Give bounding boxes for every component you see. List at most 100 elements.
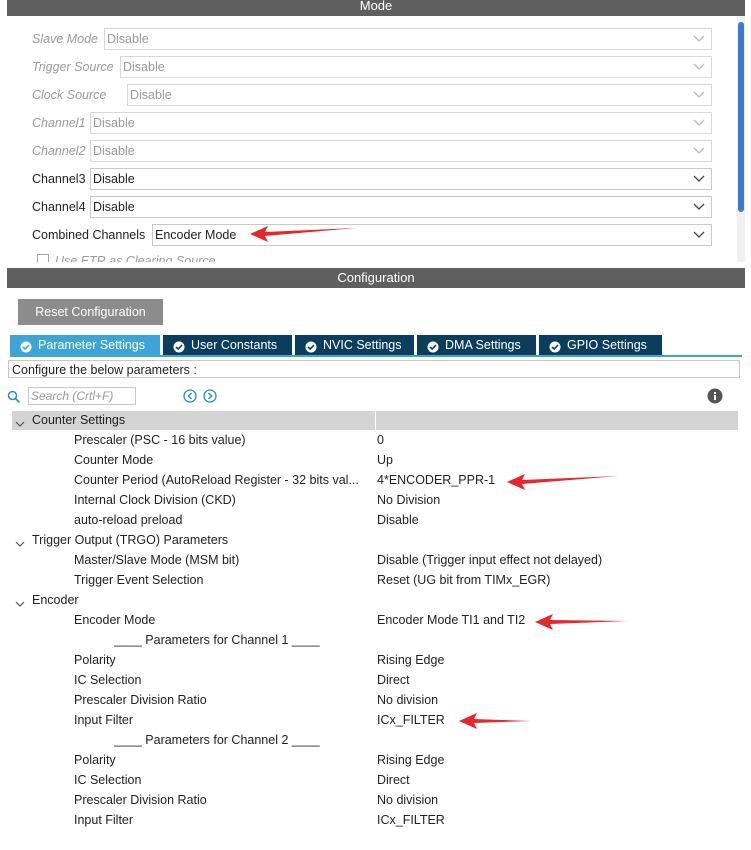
param-row[interactable]: auto-reload preload Disable [12, 510, 738, 530]
clock-source-select[interactable]: Disable [127, 84, 712, 106]
channel3-select[interactable]: Disable [90, 168, 712, 190]
channel1-value: Disable [93, 116, 135, 130]
param-row[interactable]: Encoder Mode Encoder Mode TI1 and TI2 [12, 610, 738, 630]
search-input[interactable] [31, 389, 131, 403]
clock-source-value: Disable [130, 88, 172, 102]
config-hint-text: Configure the below parameters : [8, 360, 740, 378]
clock-source-label: Clock Source [32, 88, 107, 102]
check-circle-icon [20, 339, 32, 353]
param-row[interactable]: Prescaler (PSC - 16 bits value) 0 [12, 430, 738, 450]
param-value[interactable]: Disable (Trigger input effect not delaye… [377, 550, 602, 570]
search-next-icon[interactable] [203, 389, 217, 403]
tab-user-constants[interactable]: User Constants [163, 335, 292, 355]
param-value[interactable]: 0 [377, 430, 384, 450]
info-icon[interactable] [707, 388, 723, 404]
group-label: Trigger Output (TRGO) Parameters [32, 533, 229, 547]
scrollbar-thumb[interactable] [738, 22, 744, 212]
slave-mode-value: Disable [107, 32, 149, 46]
channel4-value: Disable [93, 200, 135, 214]
channel4-select[interactable]: Disable [90, 196, 712, 218]
chevron-down-icon[interactable] [15, 535, 25, 547]
tab-nvic-settings[interactable]: NVIC Settings [295, 335, 414, 355]
reset-configuration-button[interactable]: Reset Configuration [18, 299, 163, 325]
param-row[interactable]: Counter Period (AutoReload Register - 32… [12, 470, 738, 490]
trigger-source-label: Trigger Source [32, 60, 114, 74]
param-value[interactable]: Encoder Mode TI1 and TI2 [377, 610, 525, 630]
group-encoder[interactable]: Encoder [12, 590, 738, 610]
chevron-down-icon [693, 116, 705, 128]
param-value[interactable]: 4*ENCODER_PPR-1 [377, 470, 495, 490]
search-previous-icon[interactable] [183, 389, 197, 403]
param-row[interactable]: IC Selection Direct [12, 670, 738, 690]
param-row[interactable]: Polarity Rising Edge [12, 650, 738, 670]
param-value[interactable]: Reset (UG bit from TIMx_EGR) [377, 570, 550, 590]
chevron-down-icon[interactable] [15, 595, 25, 607]
param-name: Prescaler Division Ratio [74, 693, 207, 707]
configuration-header: Configuration [7, 268, 745, 288]
tab-dma-settings[interactable]: DMA Settings [417, 335, 536, 355]
mode-scrollbar[interactable] [737, 16, 745, 262]
param-name: Counter Period (AutoReload Register - 32… [74, 473, 359, 487]
search-box[interactable] [7, 387, 136, 405]
param-row[interactable]: Input Filter ICx_FILTER [12, 710, 738, 730]
param-value[interactable]: Disable [377, 510, 419, 530]
channel2-value: Disable [93, 144, 135, 158]
chevron-down-icon[interactable] [15, 415, 25, 427]
combined-channels-label: Combined Channels [32, 228, 146, 242]
annotation-arrow-icon [250, 226, 356, 242]
param-value[interactable]: Rising Edge [377, 650, 444, 670]
param-name: Prescaler Division Ratio [74, 793, 207, 807]
slave-mode-label: Slave Mode [32, 32, 99, 46]
param-value[interactable]: ICx_FILTER [377, 810, 445, 830]
param-value[interactable]: Rising Edge [377, 750, 444, 770]
search-icon[interactable] [7, 390, 21, 404]
param-row[interactable]: Prescaler Division Ratio No division [12, 790, 738, 810]
chevron-down-icon [693, 88, 705, 100]
chevron-down-icon [693, 144, 705, 156]
channel4-row: Channel4 Disable [32, 196, 712, 218]
param-value[interactable]: No division [377, 690, 438, 710]
check-circle-icon [173, 339, 185, 353]
channel1-select[interactable]: Disable [90, 112, 712, 134]
param-name: Trigger Event Selection [74, 573, 204, 587]
tab-parameter-settings[interactable]: Parameter Settings [10, 335, 160, 355]
param-value[interactable]: No Division [377, 490, 440, 510]
param-row[interactable]: Prescaler Division Ratio No division [12, 690, 738, 710]
param-row[interactable]: Trigger Event Selection Reset (UG bit fro… [12, 570, 738, 590]
param-value[interactable]: ICx_FILTER [377, 710, 445, 730]
channel2-row: Channel2 Disable [32, 140, 712, 162]
param-row[interactable]: Internal Clock Division (CKD) No Division [12, 490, 738, 510]
param-name: Prescaler (PSC - 16 bits value) [74, 433, 246, 447]
param-row[interactable]: Polarity Rising Edge [12, 750, 738, 770]
etr-clearing-label: Use ETR as Clearing Source [55, 254, 216, 262]
tab-label: GPIO Settings [567, 338, 647, 352]
etr-clearing-checkbox[interactable]: Use ETR as Clearing Source [37, 254, 215, 262]
channel2-select[interactable]: Disable [90, 140, 712, 162]
chevron-down-icon [693, 172, 705, 184]
channel2-label: Channel2 [32, 144, 86, 158]
combined-channels-select[interactable]: Encoder Mode [152, 224, 712, 246]
tab-gpio-settings[interactable]: GPIO Settings [539, 335, 662, 355]
tab-label: User Constants [191, 338, 278, 352]
param-value[interactable]: Up [377, 450, 393, 470]
param-row[interactable]: IC Selection Direct [12, 770, 738, 790]
trigger-source-select[interactable]: Disable [120, 56, 712, 78]
param-value[interactable]: No division [377, 790, 438, 810]
param-row[interactable]: Input Filter ICx_FILTER [12, 810, 738, 830]
check-circle-icon [427, 339, 439, 353]
channel3-label: Channel3 [32, 172, 86, 186]
tab-label: DMA Settings [445, 338, 521, 352]
annotation-arrow-icon [535, 614, 627, 630]
param-row[interactable]: Counter Mode Up [12, 450, 738, 470]
channel4-label: Channel4 [32, 200, 86, 214]
param-value[interactable]: Direct [377, 770, 410, 790]
param-name: Input Filter [74, 713, 134, 727]
group-label: Counter Settings [32, 413, 126, 427]
slave-mode-select[interactable]: Disable [104, 28, 712, 50]
param-value[interactable]: Direct [377, 670, 410, 690]
group-counter-settings[interactable]: Counter Settings [12, 410, 738, 430]
group-trigger-output[interactable]: Trigger Output (TRGO) Parameters [12, 530, 738, 550]
channel1-subheader-label: ____ Parameters for Channel 1 ____ [114, 633, 320, 647]
param-row[interactable]: Master/Slave Mode (MSM bit) Disable (Trig… [12, 550, 738, 570]
annotation-arrow-icon [459, 713, 531, 729]
